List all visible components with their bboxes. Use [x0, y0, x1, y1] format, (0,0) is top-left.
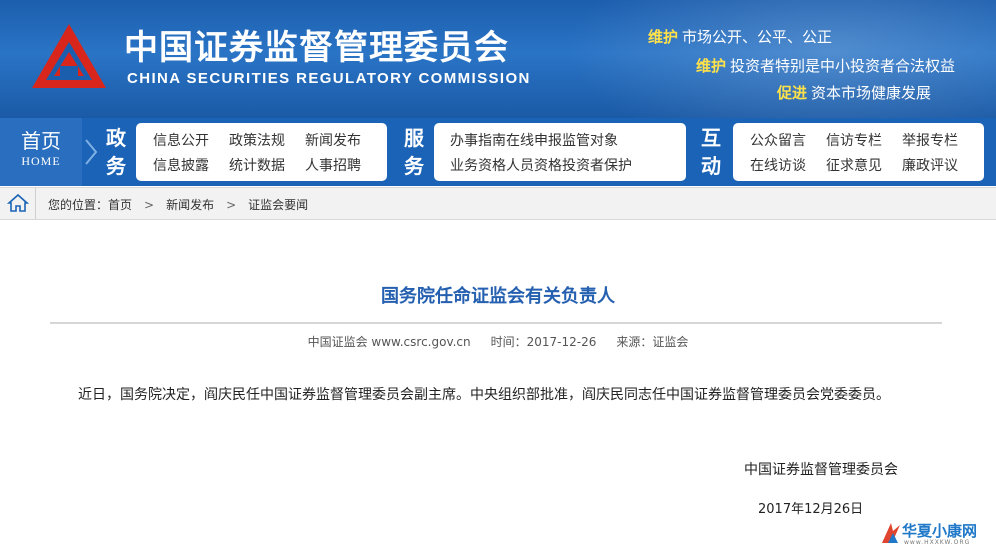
slogan-3-highlight: 促进 — [776, 84, 807, 102]
nav-link-statistics[interactable]: 统计数据 — [229, 155, 305, 175]
breadcrumb-trail: 您的位置：首页 > 新闻发布 > 证监会要闻 — [48, 196, 308, 213]
breadcrumb-item-news[interactable]: 新闻发布 — [166, 198, 214, 212]
slogan-1-highlight: 维护 — [647, 28, 678, 46]
breadcrumb: 您的位置：首页 > 新闻发布 > 证监会要闻 — [0, 187, 996, 220]
watermark-url: www.HXXKW.ORG — [904, 539, 971, 546]
signature-date: 2017年12月26日 — [758, 502, 864, 517]
section-title-char: 务 — [106, 154, 126, 178]
home-label-en: HOME — [21, 154, 61, 168]
slogan-3-text: 资本市场健康发展 — [810, 84, 931, 102]
nav-link-personnel-qualification[interactable]: 人员资格 — [506, 155, 562, 175]
section-title-char: 政 — [106, 126, 126, 150]
nav-link-guide[interactable]: 办事指南 — [450, 130, 506, 150]
article-body: 近日，国务院决定，阎庆民任中国证券监督管理委员会副主席。中央组织部批准，阎庆民同… — [78, 387, 890, 403]
nav-panel-interaction: 公众留言 信访专栏 举报专栏 在线访谈 征求意见 廉政评议 — [733, 123, 984, 181]
nav-panel-service: 办事指南在线申报监管对象 业务资格人员资格投资者保护 — [434, 123, 686, 181]
slogan-2-text: 投资者特别是中小投资者合法权益 — [729, 57, 955, 75]
article-meta: 中国证监会 www.csrc.gov.cn 时间：2017-12-26 来源：证监会 — [0, 333, 996, 350]
nav-link-business-qualification[interactable]: 业务资格 — [450, 155, 506, 175]
nav-link-report[interactable]: 举报专栏 — [902, 130, 958, 150]
nav-link-recruitment[interactable]: 人事招聘 — [305, 155, 361, 175]
section-title-service[interactable]: 服 务 — [399, 124, 429, 180]
nav-link-news-release[interactable]: 新闻发布 — [305, 130, 361, 150]
nav-link-public-message[interactable]: 公众留言 — [750, 130, 826, 150]
section-title-government[interactable]: 政 务 — [101, 124, 131, 180]
slogan-2-highlight: 维护 — [695, 57, 726, 75]
nav-panel-government: 信息公开 政策法规 新闻发布 信息披露 统计数据 人事招聘 — [136, 123, 387, 181]
home-link[interactable]: 首页 HOME — [0, 118, 82, 186]
nav-link-info-disclosure[interactable]: 信息披露 — [153, 155, 229, 175]
nav-link-regulated-entities[interactable]: 监管对象 — [562, 130, 618, 150]
main-nav: 首页 HOME 政 务 信息公开 政策法规 新闻发布 信息披露 统计数据 人事招聘 服 … — [0, 118, 996, 186]
slogan-1: 维护 市场公开、公平、公正 — [648, 26, 832, 47]
article-title: 国务院任命证监会有关负责人 — [381, 286, 615, 307]
chevron-right-icon — [85, 139, 98, 165]
article-source: 中国证监会 www.csrc.gov.cn — [307, 335, 471, 349]
breadcrumb-prefix: 您的位置： — [48, 198, 109, 212]
org-name-en: CHINA SECURITIES REGULATORY COMMISSION — [127, 70, 531, 87]
nav-link-investor-protection[interactable]: 投资者保护 — [562, 155, 632, 175]
slogan-1-text: 市场公开、公平、公正 — [681, 28, 832, 46]
breadcrumb-item-csrc-news[interactable]: 证监会要闻 — [248, 198, 308, 212]
home-icon[interactable] — [0, 188, 36, 219]
title-divider — [50, 322, 942, 324]
nav-link-petition[interactable]: 信访专栏 — [826, 130, 902, 150]
header-banner: 中国证券监督管理委员会 CHINA SECURITIES REGULATORY … — [0, 0, 996, 118]
section-title-char: 务 — [404, 154, 424, 178]
home-label-cn: 首页 — [21, 129, 61, 153]
watermark: 华夏小康网 www.HXXKW.ORG — [880, 521, 992, 547]
signature-org: 中国证券监督管理委员会 — [744, 462, 898, 478]
slogan-2: 维护 投资者特别是中小投资者合法权益 — [696, 55, 955, 76]
nav-link-online-filing[interactable]: 在线申报 — [506, 130, 562, 150]
article-time: 时间：2017-12-26 — [490, 335, 597, 349]
nav-link-integrity-review[interactable]: 廉政评议 — [902, 155, 958, 175]
section-title-char: 动 — [701, 154, 721, 178]
org-name-cn: 中国证券监督管理委员会 — [124, 28, 509, 68]
nav-link-policy-law[interactable]: 政策法规 — [229, 130, 305, 150]
chevron-right-icon: > — [226, 198, 237, 212]
nav-link-solicit-opinion[interactable]: 征求意见 — [826, 155, 902, 175]
watermark-title: 华夏小康网 — [902, 522, 978, 540]
section-title-char: 互 — [701, 126, 721, 150]
section-title-interaction[interactable]: 互 动 — [696, 124, 726, 180]
chevron-right-icon: > — [144, 198, 155, 212]
breadcrumb-item-home[interactable]: 首页 — [108, 198, 132, 212]
nav-link-online-interview[interactable]: 在线访谈 — [750, 155, 826, 175]
nav-link-info-public[interactable]: 信息公开 — [153, 130, 229, 150]
slogan-3: 促进 资本市场健康发展 — [777, 82, 931, 103]
page: 中国证券监督管理委员会 CHINA SECURITIES REGULATORY … — [0, 0, 996, 549]
watermark-logo-icon — [882, 523, 900, 543]
csrc-logo-icon[interactable] — [30, 22, 108, 92]
article-origin: 来源：证监会 — [616, 335, 689, 349]
section-title-char: 服 — [404, 126, 424, 150]
